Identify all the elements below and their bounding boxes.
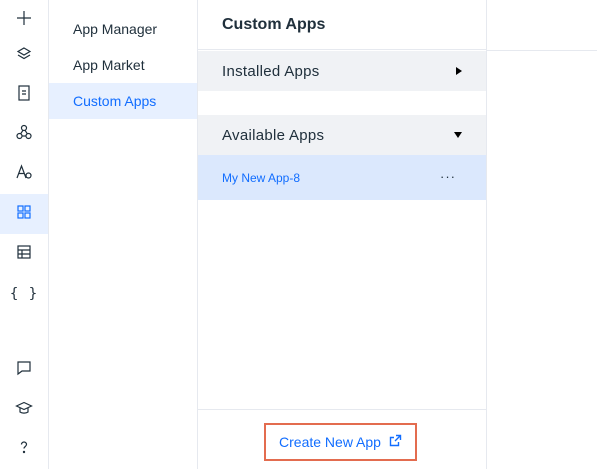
apps-subnav: App Manager App Market Custom Apps xyxy=(49,0,198,469)
layers-button[interactable] xyxy=(0,36,48,76)
fonts-icon xyxy=(15,163,33,186)
fonts-button[interactable] xyxy=(0,154,48,194)
page-icon xyxy=(15,84,33,107)
available-apps-section[interactable]: Available Apps xyxy=(198,115,486,155)
pages-button[interactable] xyxy=(0,75,48,115)
external-link-icon xyxy=(389,434,402,450)
section-label: Installed Apps xyxy=(222,62,320,80)
app-name: My New App-8 xyxy=(222,170,301,185)
connections-button[interactable] xyxy=(0,114,48,154)
caret-down-icon xyxy=(454,132,462,138)
code-button[interactable]: { } xyxy=(0,274,48,314)
create-new-app-button[interactable]: Create New App xyxy=(264,423,417,461)
add-button[interactable] xyxy=(0,0,48,40)
learn-hat-icon xyxy=(15,399,33,422)
help-icon xyxy=(15,438,33,461)
apps-grid-icon xyxy=(15,203,33,226)
panel-footer: Create New App xyxy=(198,409,486,469)
table-icon xyxy=(15,243,33,266)
left-icon-rail: { } xyxy=(0,0,49,469)
subnav-item-app-market[interactable]: App Market xyxy=(49,47,197,83)
connections-icon xyxy=(15,123,33,146)
learn-button[interactable] xyxy=(0,390,48,430)
chat-button[interactable] xyxy=(0,350,48,390)
apps-button[interactable] xyxy=(0,194,48,234)
custom-apps-panel: Custom Apps Installed Apps Available App… xyxy=(198,0,487,469)
subnav-item-app-manager[interactable]: App Manager xyxy=(49,11,197,47)
chat-icon xyxy=(15,359,33,382)
installed-apps-section[interactable]: Installed Apps xyxy=(198,51,486,91)
panel-title: Custom Apps xyxy=(198,0,486,50)
cms-button[interactable] xyxy=(0,234,48,274)
plus-icon xyxy=(15,9,33,32)
layers-icon xyxy=(15,45,33,68)
caret-right-icon xyxy=(456,67,462,75)
more-actions-icon[interactable]: ··· xyxy=(440,169,456,184)
divider xyxy=(487,50,597,51)
subnav-item-custom-apps[interactable]: Custom Apps xyxy=(49,83,197,119)
section-label: Available Apps xyxy=(222,126,325,144)
code-braces-icon: { } xyxy=(9,286,39,302)
app-list-item[interactable]: My New App-8 ··· xyxy=(198,155,486,200)
canvas-area xyxy=(487,0,597,469)
create-new-app-label: Create New App xyxy=(279,434,381,450)
help-button[interactable] xyxy=(0,429,48,469)
